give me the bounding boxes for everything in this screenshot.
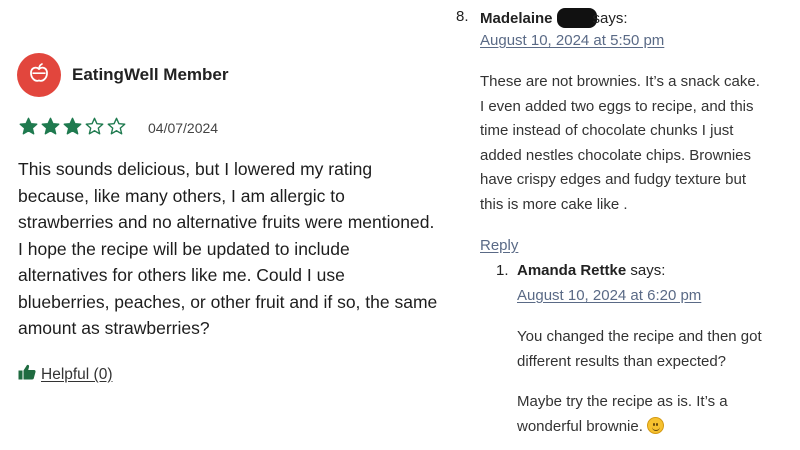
- star-filled-icon: [63, 117, 82, 135]
- reply-paragraph-1: You changed the recipe and then got diff…: [517, 325, 762, 374]
- star-filled-icon: [41, 117, 60, 135]
- says-label: says:: [592, 10, 628, 27]
- redaction-mark: [556, 8, 597, 28]
- reply-line: wonderful brownie.: [517, 415, 728, 440]
- reply-author-name: Amanda Rettke: [517, 262, 627, 279]
- comment-line: added nestles chocolate chips. Brownies: [480, 146, 751, 164]
- reply-line: different results than expected?: [517, 352, 727, 370]
- star-rating: [19, 117, 126, 135]
- comment-line: These are not brownies. It’s a snack cak…: [480, 73, 760, 90]
- helpful-button[interactable]: Helpful (0): [18, 364, 113, 385]
- smiley-emoji-icon: [646, 416, 664, 434]
- author-name: Madelaine: [480, 10, 553, 27]
- thumbs-up-icon: [18, 364, 36, 385]
- review-card: EatingWell Member 04/07/2024 This sounds…: [0, 0, 440, 450]
- helpful-label: Helpful (0): [41, 365, 113, 383]
- comment-line: time instead of chocolate chunks I just: [480, 122, 734, 139]
- apple-icon: [27, 61, 51, 90]
- comment-line: this is more cake like .: [480, 195, 628, 213]
- star-filled-icon: [19, 117, 38, 135]
- comment-author: Madelaine says:: [480, 8, 628, 28]
- reply-line: You changed the recipe and then got: [517, 328, 762, 345]
- member-avatar: [17, 53, 61, 97]
- comment-date-link[interactable]: August 10, 2024 at 5:50 pm: [480, 32, 664, 49]
- reply-author: Amanda Rettke says:: [517, 262, 665, 279]
- member-name: EatingWell Member: [72, 65, 229, 84]
- reply-line: Maybe try the recipe as is. It’s a: [517, 393, 728, 410]
- comment-line: I even added two eggs to recipe, and thi…: [480, 97, 754, 115]
- reply-link[interactable]: Reply: [480, 237, 518, 254]
- reply-says-label: says:: [630, 262, 666, 279]
- reply-number: 1.: [496, 262, 509, 279]
- comment-number: 8.: [456, 8, 469, 25]
- star-empty-icon: [107, 117, 126, 135]
- reply-paragraph-2: Maybe try the recipe as is. It’s a wonde…: [517, 390, 728, 439]
- review-date: 04/07/2024: [148, 120, 219, 136]
- comment-text: These are not brownies. It’s a snack cak…: [480, 70, 760, 217]
- comment-thread: 8. Madelaine says: August 10, 2024 at 5:5…: [440, 0, 800, 450]
- reply-date-link[interactable]: August 10, 2024 at 6:20 pm: [517, 287, 701, 304]
- reply-line-text: wonderful brownie.: [517, 417, 643, 435]
- review-text: This sounds delicious, but I lowered my …: [18, 159, 438, 338]
- comment-line: have crispy edges and fudgy texture but: [480, 171, 747, 188]
- star-empty-icon: [85, 117, 104, 135]
